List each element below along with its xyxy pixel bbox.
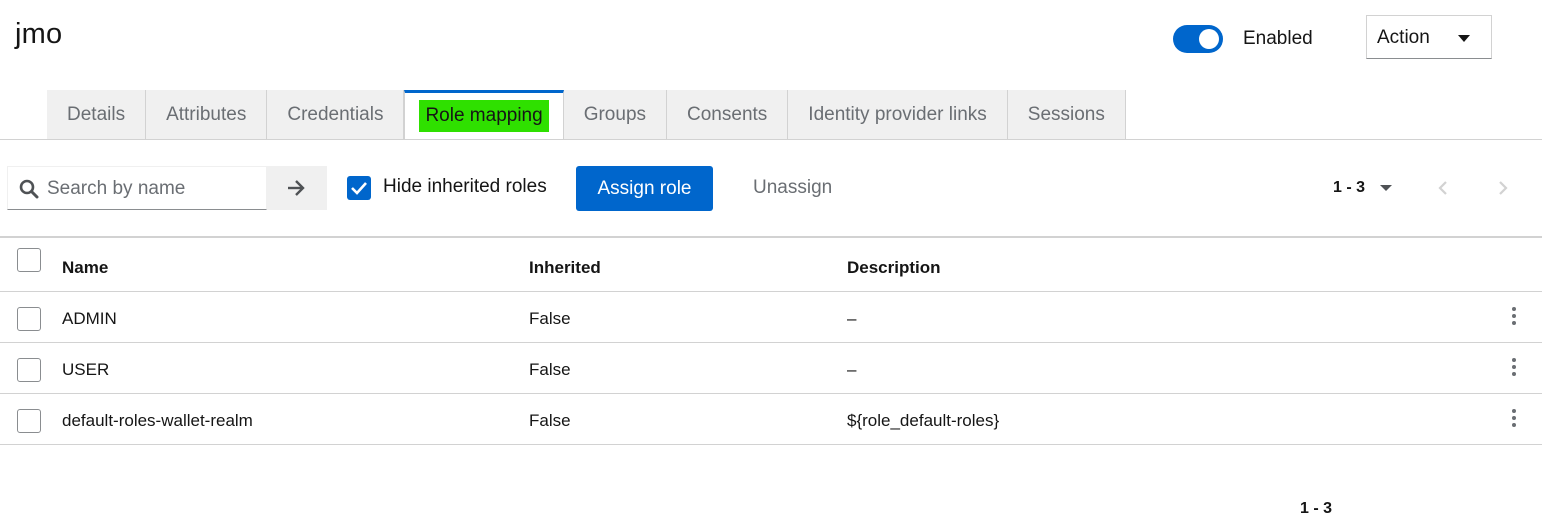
tab-consents[interactable]: Consents xyxy=(667,90,789,139)
row-divider xyxy=(0,291,1542,292)
column-header-inherited: Inherited xyxy=(529,258,601,277)
row-divider xyxy=(0,393,1542,394)
tab-role-mapping[interactable]: Role mapping xyxy=(404,90,564,139)
enabled-toggle[interactable] xyxy=(1173,25,1223,53)
column-header-name[interactable]: Name xyxy=(62,258,108,278)
tab-groups[interactable]: Groups xyxy=(563,90,668,139)
row-divider xyxy=(0,342,1542,343)
tab-label: Role mapping xyxy=(419,100,549,132)
search-input[interactable]: Search by name xyxy=(7,166,267,210)
row-checkbox[interactable] xyxy=(17,358,41,382)
bottom-pagination-range[interactable]: 1 - 3 xyxy=(1300,500,1332,518)
hide-inherited-label[interactable]: Hide inherited roles xyxy=(383,176,547,198)
role-name: USER xyxy=(62,360,110,379)
tab-sessions[interactable]: Sessions xyxy=(1007,90,1126,139)
tab-label: Groups xyxy=(583,103,647,125)
tabs-divider xyxy=(0,139,1542,140)
tab-attributes[interactable]: Attributes xyxy=(146,90,268,139)
tab-label: Details xyxy=(67,103,126,125)
role-description: – xyxy=(847,360,857,379)
caret-down-icon[interactable] xyxy=(1380,185,1392,191)
enabled-label: Enabled xyxy=(1243,28,1313,49)
action-dropdown[interactable]: Action xyxy=(1366,15,1492,59)
page-title: jmo xyxy=(15,18,63,50)
role-inherited: False xyxy=(529,360,571,379)
row-divider xyxy=(0,444,1542,445)
select-all-checkbox[interactable] xyxy=(17,248,41,272)
search-submit-button[interactable] xyxy=(267,166,327,210)
caret-down-icon xyxy=(1458,35,1470,42)
check-icon xyxy=(351,182,367,195)
tabs: Details Attributes Credentials Role mapp… xyxy=(47,90,1126,139)
toggle-knob xyxy=(1199,29,1219,49)
unassign-button[interactable]: Unassign xyxy=(753,177,832,199)
tab-label: Attributes xyxy=(166,103,247,125)
kebab-icon[interactable] xyxy=(1512,358,1516,379)
row-checkbox[interactable] xyxy=(17,409,41,433)
row-checkbox[interactable] xyxy=(17,307,41,331)
table-top-border xyxy=(0,236,1542,238)
kebab-icon[interactable] xyxy=(1512,307,1516,328)
search-icon xyxy=(19,179,39,199)
tab-label: Sessions xyxy=(1027,103,1105,125)
kebab-icon[interactable] xyxy=(1512,409,1516,430)
pagination-range[interactable]: 1 - 3 xyxy=(1333,179,1365,197)
action-label: Action xyxy=(1377,27,1430,48)
role-inherited: False xyxy=(529,411,571,430)
assign-role-button[interactable]: Assign role xyxy=(576,166,713,211)
role-description: ${role_default-roles} xyxy=(847,411,1000,430)
role-name: ADMIN xyxy=(62,309,117,328)
role-inherited: False xyxy=(529,309,571,328)
search-placeholder: Search by name xyxy=(47,178,186,199)
tab-details[interactable]: Details xyxy=(47,90,147,139)
role-name: default-roles-wallet-realm xyxy=(62,411,253,430)
tab-label: Identity provider links xyxy=(808,103,987,125)
tab-label: Credentials xyxy=(287,103,384,125)
tab-identity-provider-links[interactable]: Identity provider links xyxy=(788,90,1008,139)
arrow-right-icon xyxy=(288,180,305,196)
role-description: – xyxy=(847,309,857,328)
tab-label: Consents xyxy=(687,103,768,125)
column-header-description: Description xyxy=(847,258,941,277)
hide-inherited-checkbox[interactable] xyxy=(347,176,371,200)
tab-credentials[interactable]: Credentials xyxy=(267,90,405,139)
chevron-left-icon[interactable] xyxy=(1437,179,1449,197)
chevron-right-icon[interactable] xyxy=(1497,179,1509,197)
